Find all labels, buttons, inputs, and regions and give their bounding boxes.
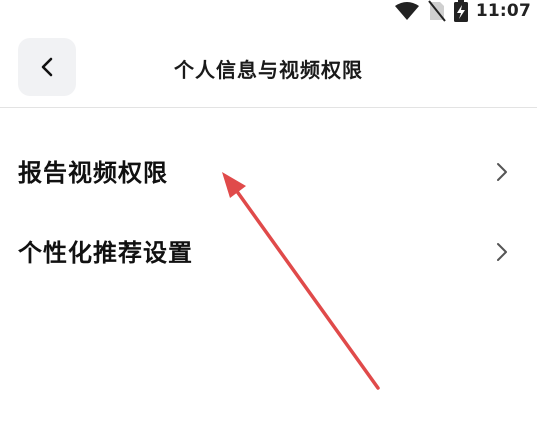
menu-item-report-video-permission[interactable]: 报告视频权限 <box>0 133 537 213</box>
settings-menu-list: 报告视频权限 个性化推荐设置 <box>0 133 537 293</box>
menu-item-label: 报告视频权限 <box>18 159 168 187</box>
no-sim-icon <box>428 0 446 22</box>
battery-charging-icon <box>453 0 468 22</box>
status-icons: 11:07 <box>394 0 531 22</box>
wifi-icon <box>394 1 420 21</box>
chevron-right-icon <box>495 241 509 263</box>
status-bar: 11:07 <box>0 0 537 24</box>
menu-item-label: 个性化推荐设置 <box>18 239 193 267</box>
menu-item-personalized-recommendation[interactable]: 个性化推荐设置 <box>0 213 537 293</box>
page-title: 个人信息与视频权限 <box>174 58 363 82</box>
header: 个人信息与视频权限 <box>0 38 537 98</box>
screen: 11:07 个人信息与视频权限 报告视频权限 个性化推荐设置 <box>0 0 537 421</box>
chevron-right-icon <box>495 161 509 183</box>
header-divider <box>0 107 537 108</box>
status-time: 11:07 <box>475 1 531 21</box>
